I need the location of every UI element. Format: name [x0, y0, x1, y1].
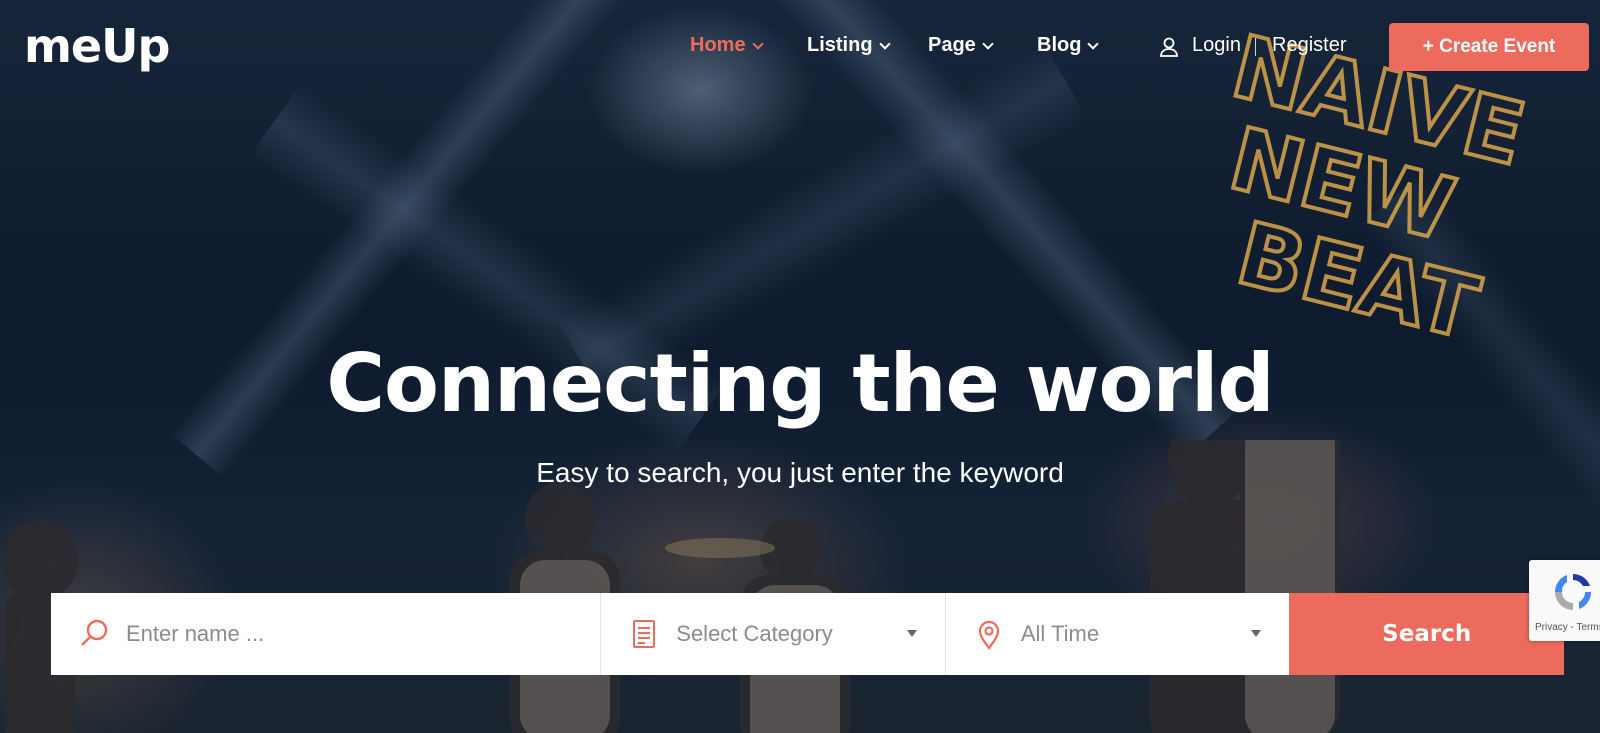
nav-item-listing[interactable]: Listing: [807, 34, 891, 57]
search-icon: [77, 617, 111, 651]
caret-down-icon: [1251, 630, 1262, 637]
hero-title: Connecting the world: [326, 337, 1274, 430]
nav-item-page[interactable]: Page: [928, 34, 994, 57]
nav-item-label: Listing: [807, 34, 873, 56]
nav-item-label: Page: [928, 34, 976, 56]
chevron-down-icon: [878, 37, 891, 50]
caret-down-icon: [906, 630, 917, 637]
category-select-value: Select Category: [676, 621, 833, 646]
register-link[interactable]: Register: [1272, 34, 1346, 57]
user-icon: [1158, 36, 1180, 58]
map-pin-icon: [972, 617, 1006, 651]
logo-text: meUp: [24, 19, 170, 73]
nav-item-label: Home: [690, 34, 746, 56]
recaptcha-icon: [1551, 570, 1595, 614]
nav-item-home[interactable]: Home: [690, 34, 764, 57]
name-search-placeholder: Enter name ...: [126, 621, 265, 646]
time-select-value: All Time: [1020, 621, 1100, 646]
recaptcha-badge[interactable]: Privacy - Terms: [1529, 560, 1600, 641]
login-link[interactable]: Login: [1192, 34, 1241, 57]
hero-subtitle: Easy to search, you just enter the keywo…: [536, 457, 1064, 488]
document-list-icon: [627, 617, 661, 651]
chevron-down-icon: [751, 37, 764, 50]
chevron-down-icon: [982, 37, 994, 50]
login-register-divider: [1255, 38, 1256, 56]
nav-item-blog[interactable]: Blog: [1037, 34, 1100, 57]
name-search-field[interactable]: Enter name ...: [51, 593, 602, 675]
chevron-down-icon: [1087, 37, 1100, 50]
recaptcha-footer[interactable]: Privacy - Terms: [1535, 622, 1600, 633]
time-select[interactable]: All Time: [946, 593, 1290, 675]
search-button[interactable]: Search: [1289, 593, 1564, 675]
category-select[interactable]: Select Category: [601, 593, 946, 675]
create-event-button[interactable]: + Create Event: [1389, 23, 1589, 71]
search-bar: Enter name ... Select Category All Time …: [51, 593, 1564, 675]
site-logo[interactable]: meUp: [24, 14, 170, 78]
nav-item-label: Blog: [1037, 34, 1082, 56]
